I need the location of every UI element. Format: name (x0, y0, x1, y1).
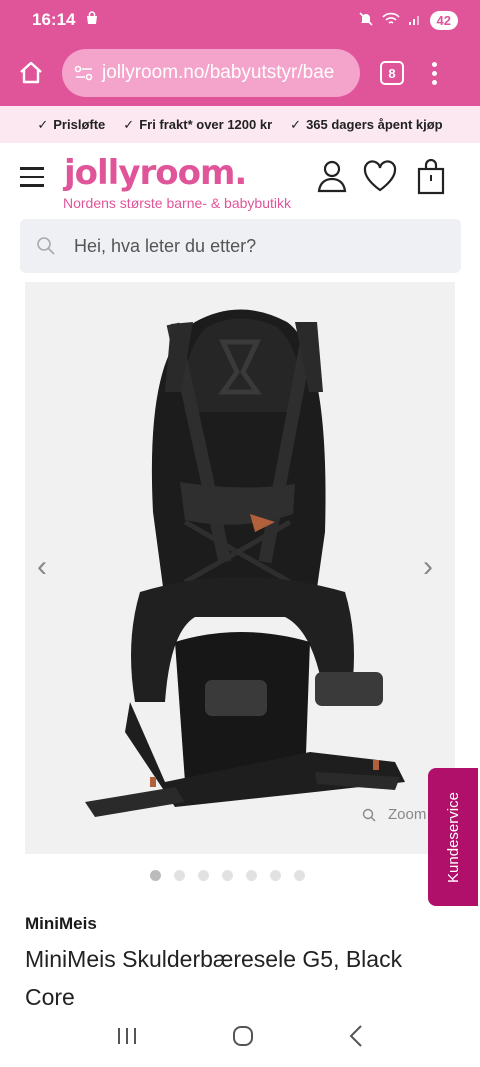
tab-switcher-button[interactable]: 8 (380, 61, 404, 85)
carousel-dot[interactable] (246, 870, 257, 881)
search-input[interactable]: Hei, hva leter du etter? (20, 219, 461, 273)
product-title: MiniMeis Skulderbæresele G5, Black Core (25, 946, 403, 1010)
carousel-dot[interactable] (174, 870, 185, 881)
zoom-label: Zoom (388, 806, 427, 823)
home-button[interactable] (0, 40, 62, 106)
shopping-bag-notification-icon (85, 10, 99, 30)
gallery-next-icon[interactable]: › (423, 550, 433, 584)
carousel-dot[interactable] (270, 870, 281, 881)
address-bar[interactable]: jollyroom.no/babyutstyr/bae (62, 49, 360, 97)
home-nav-icon[interactable] (231, 1024, 255, 1053)
back-nav-icon[interactable] (348, 1024, 364, 1053)
carousel-dot[interactable] (294, 870, 305, 881)
hamburger-menu-icon[interactable] (20, 167, 44, 187)
url-text: jollyroom.no/babyutstyr/bae (102, 62, 335, 83)
account-icon[interactable] (316, 159, 348, 198)
site-settings-icon[interactable] (74, 64, 94, 82)
carousel-dot[interactable] (222, 870, 233, 881)
check-icon: ✓ (123, 116, 135, 132)
usp-bar: ✓ Prisløfte ✓ Fri frakt* over 1200 kr ✓ 365… (0, 106, 480, 143)
customer-service-tab[interactable]: Kundeservice (428, 768, 478, 906)
system-nav-bar (0, 1010, 480, 1067)
gallery-prev-icon[interactable]: ‹ (37, 550, 47, 584)
status-time: 16:14 (32, 10, 76, 29)
status-bar: 16:14 42 (0, 0, 480, 40)
usp-item: ✓ Fri frakt* over 1200 kr (123, 116, 273, 133)
customer-service-label: Kundeservice (444, 791, 462, 883)
status-time-group: 16:14 (32, 10, 99, 30)
status-icons: 42 (358, 10, 458, 30)
search-icon (37, 237, 55, 255)
site-tagline: Nordens største barne- & babybutikk (63, 195, 291, 211)
carousel-dot[interactable] (198, 870, 209, 881)
check-icon: ✓ (290, 116, 302, 132)
home-icon (20, 61, 42, 84)
product-brand[interactable]: MiniMeis (25, 914, 97, 934)
battery-indicator: 42 (429, 10, 458, 30)
mute-icon (358, 11, 374, 30)
check-icon: ✓ (37, 116, 49, 132)
wishlist-heart-icon[interactable] (362, 159, 398, 198)
usp-item: ✓ Prisløfte (37, 116, 106, 133)
usp-item: ✓ 365 dagers åpent kjøp (290, 116, 443, 133)
recent-apps-icon[interactable] (116, 1026, 138, 1051)
site-header: jollyroom. Nordens største barne- & baby… (0, 143, 480, 217)
product-image-gallery[interactable]: ‹ › Zoom (25, 282, 455, 854)
product-image (85, 309, 405, 817)
cart-bag-icon[interactable] (416, 158, 446, 200)
zoom-button[interactable]: Zoom (362, 806, 426, 823)
site-logo[interactable]: jollyroom. (64, 153, 247, 193)
browser-menu-icon[interactable] (432, 61, 437, 85)
carousel-dot[interactable] (150, 870, 161, 881)
carousel-indicators (0, 870, 480, 881)
zoom-icon (362, 808, 376, 821)
wifi-icon (381, 12, 400, 29)
browser-toolbar: jollyroom.no/babyutstyr/bae 8 (0, 40, 480, 106)
signal-icon (408, 12, 422, 29)
search-placeholder: Hei, hva leter du etter? (74, 235, 257, 256)
